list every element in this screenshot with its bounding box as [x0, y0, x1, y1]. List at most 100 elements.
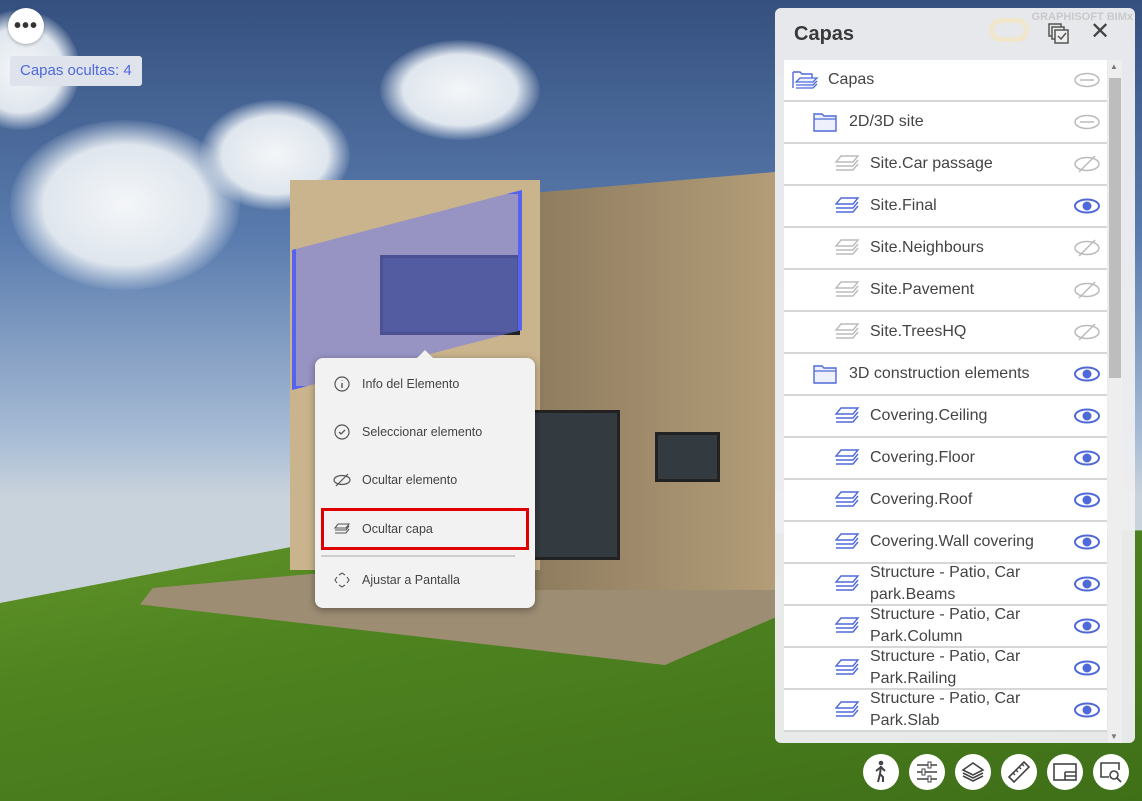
- hidden-layers-badge[interactable]: Capas ocultas: 4: [10, 56, 142, 86]
- layers-panel: Capas GRAPHISOFT BIMx ✕ Capas 2D/3D site S…: [775, 8, 1135, 743]
- layer-icon: [834, 447, 862, 469]
- layer-label: Covering.Wall covering: [870, 533, 1034, 550]
- layer-row[interactable]: Site.TreesHQ: [784, 312, 1107, 354]
- walk-icon: [870, 760, 892, 784]
- fit-screen-icon: [333, 572, 351, 588]
- menu-divider: [321, 555, 515, 557]
- eye-icon[interactable]: [1073, 198, 1101, 214]
- scrollbar[interactable]: ▲ ▼: [1108, 60, 1122, 743]
- layer-row[interactable]: Capas: [784, 60, 1107, 102]
- layer-icon: [834, 531, 862, 553]
- layer-icon: [834, 321, 862, 343]
- menu-item-label: Ocultar capa: [362, 522, 433, 536]
- layer-label: Structure - Patio, Car Park.Railing: [870, 648, 1021, 687]
- ruler-icon: [1007, 760, 1031, 784]
- layer-label: 3D construction elements: [849, 365, 1030, 382]
- layers-icon: [333, 522, 351, 536]
- more-icon: •••: [13, 14, 38, 37]
- eye-icon[interactable]: [1073, 408, 1101, 424]
- eye-off-icon[interactable]: [1073, 155, 1101, 173]
- layer-label: Structure - Patio, Car Park.Column: [870, 606, 1021, 645]
- ruler-button[interactable]: [1001, 754, 1037, 790]
- layer-icon: [834, 405, 862, 427]
- layer-label: Capas: [828, 71, 875, 88]
- layer-label: Site.Neighbours: [870, 239, 984, 256]
- menu-item-label: Info del Elemento: [362, 377, 460, 391]
- sheet-icon: [1053, 762, 1077, 782]
- layer-label: Covering.Ceiling: [870, 407, 988, 424]
- panel-title: Capas: [794, 23, 855, 45]
- layer-row[interactable]: Covering.Ceiling: [784, 396, 1107, 438]
- sheet-button[interactable]: [1047, 754, 1083, 790]
- scrollbar-thumb[interactable]: [1109, 78, 1121, 378]
- layer-label: Structure - Patio, Car Park.Slab: [870, 690, 1021, 729]
- brand-watermark: GRAPHISOFT BIMx: [1031, 11, 1133, 23]
- layer-icon: [834, 615, 862, 637]
- door: [530, 410, 620, 560]
- menu-item-hide-layer[interactable]: Ocultar capa: [321, 508, 529, 550]
- layer-label: 2D/3D site: [849, 113, 924, 130]
- layers-list: Capas 2D/3D site Site.Car passage Site.Fina…: [784, 60, 1107, 743]
- context-menu: Info del Elemento Seleccionar elemento O…: [315, 350, 535, 608]
- info-icon: [333, 376, 351, 392]
- folder-icon: [813, 111, 841, 133]
- layers-folder-icon: [792, 69, 820, 91]
- eye-icon[interactable]: [1073, 366, 1101, 382]
- layer-icon: [834, 153, 862, 175]
- check-circle-icon: [333, 424, 351, 440]
- layer-icon: [834, 657, 862, 679]
- eye-icon[interactable]: [1073, 702, 1101, 718]
- layer-label: Structure - Patio, Car park.Beams: [870, 564, 1021, 603]
- layer-label: Site.Car passage: [870, 155, 993, 172]
- folder-icon: [813, 363, 841, 385]
- more-button[interactable]: •••: [8, 8, 44, 44]
- menu-item-hide-element[interactable]: Ocultar elemento: [321, 460, 529, 500]
- layer-row[interactable]: Structure - Patio, Car Park.Slab: [784, 690, 1107, 732]
- layer-icon: [834, 489, 862, 511]
- layer-icon: [834, 237, 862, 259]
- layer-row[interactable]: Site.Pavement: [784, 270, 1107, 312]
- zoom-area-icon: [1099, 761, 1123, 783]
- select-all-layers-icon[interactable]: [1047, 22, 1071, 46]
- layer-row[interactable]: 2D/3D site: [784, 102, 1107, 144]
- menu-item-element-info[interactable]: Info del Elemento: [321, 364, 529, 404]
- eye-icon[interactable]: [1073, 534, 1101, 550]
- close-icon[interactable]: ✕: [1090, 20, 1110, 44]
- eye-off-icon: [333, 473, 351, 487]
- layer-label: Covering.Roof: [870, 491, 973, 508]
- walk-button[interactable]: [863, 754, 899, 790]
- zoom-area-button[interactable]: [1093, 754, 1129, 790]
- layer-icon: [834, 279, 862, 301]
- eye-icon[interactable]: [1073, 492, 1101, 508]
- eye-icon[interactable]: [1073, 450, 1101, 466]
- cloud: [380, 40, 540, 140]
- layer-label: Site.Pavement: [870, 281, 975, 298]
- layer-row[interactable]: Structure - Patio, Car Park.Railing: [784, 648, 1107, 690]
- window: [655, 432, 720, 482]
- layer-row[interactable]: Structure - Patio, Car park.Beams: [784, 564, 1107, 606]
- layer-row[interactable]: Structure - Patio, Car Park.Column: [784, 606, 1107, 648]
- eye-icon[interactable]: [1073, 618, 1101, 634]
- layer-row[interactable]: Site.Final: [784, 186, 1107, 228]
- layer-row[interactable]: 3D construction elements: [784, 354, 1107, 396]
- layer-row[interactable]: Covering.Wall covering: [784, 522, 1107, 564]
- eye-off-icon[interactable]: [1073, 239, 1101, 257]
- layer-row[interactable]: Covering.Roof: [784, 480, 1107, 522]
- sliders-button[interactable]: [909, 754, 945, 790]
- layers-button[interactable]: [955, 754, 991, 790]
- eye-off-icon[interactable]: [1073, 323, 1101, 341]
- eye-icon[interactable]: [1073, 576, 1101, 592]
- layer-row[interactable]: Site.Car passage: [784, 144, 1107, 186]
- layer-row[interactable]: Site.Neighbours: [784, 228, 1107, 270]
- menu-item-label: Ajustar a Pantalla: [362, 573, 460, 587]
- layer-icon: [834, 699, 862, 721]
- layer-label: Covering.Floor: [870, 449, 975, 466]
- layer-label: Site.Final: [870, 197, 937, 214]
- menu-item-fit-screen[interactable]: Ajustar a Pantalla: [321, 560, 529, 600]
- eye-partial-icon[interactable]: [1073, 72, 1101, 88]
- menu-item-select-element[interactable]: Seleccionar elemento: [321, 412, 529, 452]
- eye-icon[interactable]: [1073, 660, 1101, 676]
- layer-row[interactable]: Covering.Floor: [784, 438, 1107, 480]
- eye-partial-icon[interactable]: [1073, 114, 1101, 130]
- eye-off-icon[interactable]: [1073, 281, 1101, 299]
